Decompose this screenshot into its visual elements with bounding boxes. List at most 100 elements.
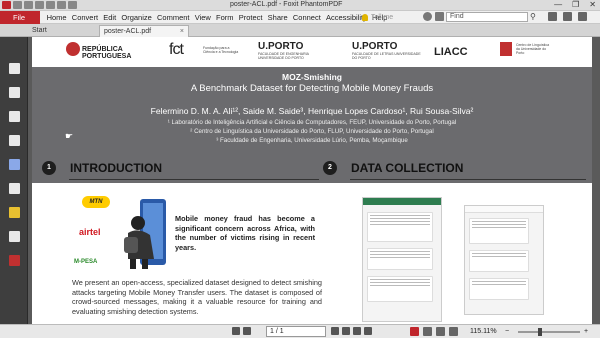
account-icon[interactable] bbox=[435, 12, 444, 21]
menu-home[interactable]: Home bbox=[44, 11, 69, 24]
message-bubble bbox=[469, 250, 529, 272]
menu-comment[interactable]: Comment bbox=[154, 11, 192, 24]
navigation-panel bbox=[0, 37, 28, 324]
find-next-icon[interactable] bbox=[563, 12, 572, 21]
ribbon-menu: File Home Convert Edit Organize Comment … bbox=[0, 11, 600, 24]
poster-authors: Felermino D. M. A. Ali¹², Saide M. Saide… bbox=[150, 106, 474, 116]
undo-icon[interactable] bbox=[46, 1, 55, 9]
first-page-icon[interactable] bbox=[232, 327, 240, 335]
zoom-level[interactable]: 115.11% bbox=[470, 327, 497, 337]
menu-convert[interactable]: Convert bbox=[69, 11, 100, 24]
tell-me-label: Tell me bbox=[371, 14, 394, 21]
poster-title: MOZ-Smishing bbox=[282, 72, 342, 82]
zoom-slider[interactable] bbox=[518, 331, 580, 333]
zoom-in-button[interactable]: + bbox=[584, 327, 588, 337]
single-page-view-icon[interactable] bbox=[410, 327, 419, 336]
menu-share[interactable]: Share bbox=[265, 11, 290, 24]
ribbon-collapse-icon[interactable] bbox=[578, 12, 587, 21]
page-number-input[interactable]: 1 / 1 bbox=[266, 326, 326, 337]
close-window-button[interactable]: ✕ bbox=[589, 0, 596, 10]
menu-edit[interactable]: Edit bbox=[101, 11, 119, 24]
crest-icon bbox=[66, 42, 80, 56]
fct-caption: Fundação para a Ciência e a Tecnologia bbox=[203, 46, 239, 54]
section-title: DATA COLLECTION bbox=[351, 161, 464, 175]
zoom-slider-handle[interactable] bbox=[538, 328, 542, 336]
poster-logo-row: REPÚBLICA PORTUGUESA fct Fundação para a… bbox=[32, 37, 592, 67]
next-page-icon[interactable] bbox=[331, 327, 339, 335]
clup-crest-icon bbox=[500, 42, 512, 56]
continuous-view-icon[interactable] bbox=[423, 327, 432, 336]
search-icon[interactable]: ⚲ bbox=[530, 12, 536, 21]
document-view[interactable]: REPÚBLICA PORTUGUESA fct Fundação para a… bbox=[28, 37, 600, 324]
quick-access-more-icon[interactable] bbox=[68, 1, 77, 9]
save-icon[interactable] bbox=[24, 1, 33, 9]
find-input[interactable]: Find bbox=[446, 12, 528, 22]
message-bubble bbox=[367, 276, 433, 302]
title-bar: poster-ACL.pdf - Foxit PhantomPDF — ❐ ✕ bbox=[0, 0, 600, 11]
comments-icon[interactable] bbox=[9, 135, 20, 146]
layers-icon[interactable] bbox=[9, 111, 20, 122]
facing-view-icon[interactable] bbox=[436, 327, 445, 336]
republica-portuguesa-logo: REPÚBLICA PORTUGUESA bbox=[66, 42, 131, 60]
previous-page-icon[interactable] bbox=[243, 327, 251, 335]
poster-subtitle: A Benchmark Dataset for Detecting Mobile… bbox=[190, 83, 434, 94]
next-view-icon[interactable] bbox=[364, 327, 372, 335]
airtel-logo: airtel bbox=[79, 227, 101, 237]
tab-poster-acl[interactable]: poster-ACL.pdf × bbox=[99, 25, 189, 37]
skin-icon[interactable] bbox=[423, 12, 432, 21]
document-tabs: Start poster-ACL.pdf × bbox=[0, 24, 600, 37]
signature-icon[interactable] bbox=[9, 183, 20, 194]
menu-protect[interactable]: Protect bbox=[236, 11, 265, 24]
pages-icon[interactable] bbox=[9, 63, 20, 74]
message-bubble bbox=[367, 212, 433, 242]
clup-logo: Centro de Linguística da Universidade do… bbox=[500, 42, 550, 56]
fct-logo: fct bbox=[169, 41, 184, 58]
window-title: poster-ACL.pdf - Foxit PhantomPDF bbox=[230, 1, 343, 8]
section-number: 2 bbox=[323, 161, 337, 175]
section-divider bbox=[350, 179, 586, 180]
tab-start[interactable]: Start bbox=[28, 25, 98, 37]
affiliation-1: ¹ Laboratório de Inteligência Artificial… bbox=[167, 119, 457, 126]
message-bubble bbox=[367, 248, 433, 270]
liacc-logo: LIACC bbox=[434, 46, 468, 58]
last-page-icon[interactable] bbox=[342, 327, 350, 335]
minimize-button[interactable]: — bbox=[554, 0, 562, 10]
menu-organize[interactable]: Organize bbox=[119, 11, 155, 24]
intro-highlight-text: Mobile money fraud has become a signific… bbox=[175, 214, 315, 252]
attachments-icon[interactable] bbox=[9, 159, 20, 170]
security-lock-icon[interactable] bbox=[9, 207, 20, 218]
menu-view[interactable]: View bbox=[192, 11, 213, 24]
open-icon[interactable] bbox=[13, 1, 22, 9]
mtn-logo: MTN bbox=[82, 196, 110, 208]
mpesa-logo: M-PESA bbox=[74, 259, 98, 265]
file-menu[interactable]: File bbox=[0, 11, 40, 24]
section-data-collection-header: 2 DATA COLLECTION bbox=[323, 161, 463, 175]
section-introduction-header: 1 INTRODUCTION bbox=[42, 161, 162, 175]
thumbnails-icon[interactable] bbox=[9, 87, 20, 98]
tab-label: poster-ACL.pdf bbox=[104, 28, 152, 35]
zoom-out-button[interactable]: − bbox=[505, 327, 509, 337]
continuous-facing-view-icon[interactable] bbox=[449, 327, 458, 336]
flup-logo: U.PORTO FACULDADE DE LETRAS UNIVERSIDADE… bbox=[352, 41, 421, 61]
maximize-button[interactable]: ❐ bbox=[572, 0, 579, 10]
menu-connect[interactable]: Connect bbox=[290, 11, 323, 24]
section-title: INTRODUCTION bbox=[70, 161, 162, 175]
menu-form[interactable]: Form bbox=[213, 11, 236, 24]
screenshot-header bbox=[363, 198, 441, 205]
tell-me-search[interactable]: Tell me bbox=[362, 12, 393, 23]
previous-view-icon[interactable] bbox=[353, 327, 361, 335]
section-divider bbox=[69, 179, 319, 180]
sms-screenshot bbox=[464, 205, 544, 315]
redo-icon[interactable] bbox=[57, 1, 66, 9]
section-number: 1 bbox=[42, 161, 56, 175]
status-bar: 1 / 1 115.11% − + bbox=[0, 324, 600, 338]
feup-logo: U.PORTO FACULDADE DE ENGENHARIA UNIVERSI… bbox=[258, 41, 309, 61]
lightbulb-icon bbox=[362, 14, 368, 21]
find-previous-icon[interactable] bbox=[548, 12, 557, 21]
affiliation-2: ² Centro de Linguística da Universidade … bbox=[190, 128, 434, 135]
content-icon[interactable] bbox=[9, 231, 20, 242]
print-icon[interactable] bbox=[35, 1, 44, 9]
fraudster-phone-illustration bbox=[124, 199, 166, 269]
destinations-icon[interactable] bbox=[9, 255, 20, 266]
foxit-window: poster-ACL.pdf - Foxit PhantomPDF — ❐ ✕ … bbox=[0, 0, 600, 338]
